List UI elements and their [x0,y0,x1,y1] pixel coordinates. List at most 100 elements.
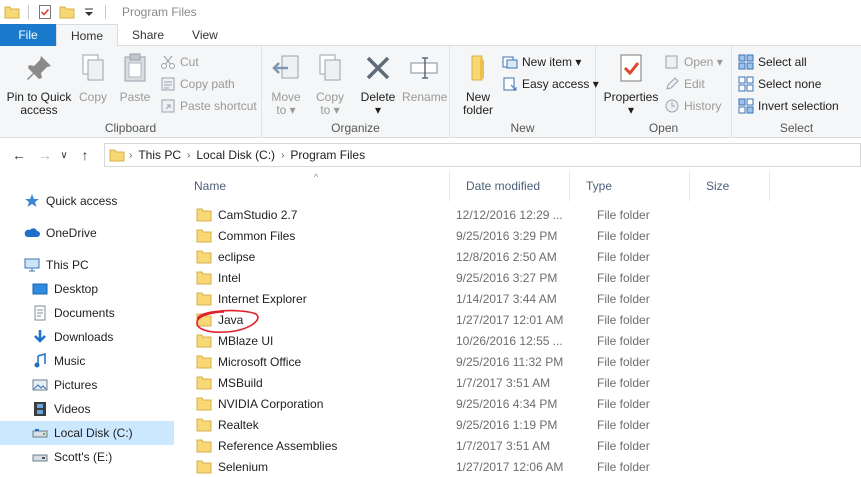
invert-selection-icon [738,98,754,114]
scissors-icon [161,55,175,69]
nav-item-documents[interactable]: Documents [32,301,115,325]
table-row[interactable]: Realtek 9/25/2016 1:19 PM File folder [178,414,861,435]
nav-item-pictures[interactable]: Pictures [32,373,97,397]
nav-item-scotts-drive[interactable]: Scott's (E:) [32,445,112,469]
history-button[interactable]: History [664,96,721,116]
nav-item-label: Documents [54,306,115,320]
select-all-label: Select all [758,55,807,69]
customize-dropdown-icon[interactable] [81,4,97,20]
column-header-type[interactable]: Type [570,171,690,201]
file-name-cell[interactable]: CamStudio 2.7 [196,208,297,222]
properties-button[interactable]: Properties ▾ [602,52,660,117]
breadcrumb-this-pc[interactable]: This PC [138,148,181,162]
file-name-cell[interactable]: eclipse [196,250,255,264]
column-header-date-modified[interactable]: Date modified [450,171,570,201]
edit-button[interactable]: Edit [664,74,705,94]
tab-share[interactable]: Share [118,24,178,46]
folder-icon [196,439,212,452]
date-modified-cell: 1/27/2017 12:06 AM [456,459,564,474]
rename-button[interactable]: Rename [402,52,447,104]
paste-button[interactable]: Paste [118,52,152,104]
table-row[interactable]: Internet Explorer 1/14/2017 3:44 AM File f… [178,288,861,309]
nav-item-local-disk[interactable]: Local Disk (C:) [0,421,174,445]
folder-icon[interactable] [4,4,20,20]
properties-check-icon[interactable] [37,4,53,20]
nav-item-downloads[interactable]: Downloads [32,325,113,349]
open-group-label: Open [648,121,679,135]
table-row[interactable]: Common Files 9/25/2016 3:29 PM File folder [178,225,861,246]
delete-button[interactable]: Delete ▾ [358,52,398,117]
copy-path-icon [161,77,175,91]
nav-item-videos[interactable]: Videos [32,397,90,421]
table-row[interactable]: MSBuild 1/7/2017 3:51 AM File folder [178,372,861,393]
column-header-name[interactable]: Name [178,171,450,201]
file-name-label: eclipse [218,249,256,264]
file-name-cell[interactable]: Microsoft Office [196,355,301,369]
edit-label: Edit [684,77,705,91]
paste-shortcut-button[interactable]: Paste shortcut [160,96,257,116]
table-row[interactable]: Intel 9/25/2016 3:27 PM File folder [178,267,861,288]
table-row[interactable]: NVIDIA Corporation 9/25/2016 4:34 PM File … [178,393,861,414]
tab-view[interactable]: View [178,24,232,46]
nav-item-desktop[interactable]: Desktop [32,277,98,301]
paste-shortcut-label: Paste shortcut [180,99,257,113]
drive-icon [32,429,48,438]
select-none-button[interactable]: Select none [738,74,821,94]
file-name-cell[interactable]: MSBuild [196,376,263,390]
tab-home[interactable]: Home [56,24,119,47]
breadcrumb-local-disk[interactable]: Local Disk (C:) [196,148,275,162]
file-name-cell[interactable]: Realtek [196,418,259,432]
breadcrumb-separator: › [187,149,191,161]
table-row[interactable]: Java 1/27/2017 12:01 AM File folder [178,309,861,330]
file-name-cell[interactable]: Common Files [196,229,295,243]
file-name-label: Realtek [218,417,259,432]
easy-access-button[interactable]: Easy access ▾ [502,74,599,94]
address-box[interactable]: › This PC › Local Disk (C:) › Program Fi… [104,143,861,167]
file-name-cell[interactable]: Internet Explorer [196,292,307,306]
nav-item-this-pc[interactable]: This PC [24,253,89,277]
breadcrumb-program-files[interactable]: Program Files [290,148,365,162]
delete-x-icon [366,56,390,80]
new-item-button[interactable]: New item ▾ [502,52,581,72]
table-row[interactable]: Microsoft Office 9/25/2016 11:32 PM File f… [178,351,861,372]
file-name-cell[interactable]: Reference Assemblies [196,439,337,453]
file-name-label: CamStudio 2.7 [218,207,298,222]
copy-path-button[interactable]: Copy path [160,74,235,94]
open-button[interactable]: Open ▾ [664,52,723,72]
file-name-cell[interactable]: MBlaze UI [196,334,273,348]
new-folder-button[interactable]: New folder [458,52,498,117]
file-name-label: Java [218,312,244,327]
open-group: Properties ▾ Open ▾ Edit History Open [596,46,732,138]
nav-item-onedrive[interactable]: OneDrive [24,221,97,245]
type-cell: File folder [597,354,650,369]
nav-item-music[interactable]: Music [32,349,85,373]
table-row[interactable]: CamStudio 2.7 12/12/2016 12:29 ... File fo… [178,204,861,225]
nav-item-label: Quick access [46,194,118,208]
tab-file[interactable]: File [0,24,56,46]
column-header-size[interactable]: Size [690,171,770,201]
file-name-cell[interactable]: Java [196,313,243,327]
file-name-cell[interactable]: NVIDIA Corporation [196,397,323,411]
folder-icon [196,313,212,326]
desktop-icon [32,283,48,295]
folder-icon [196,334,212,347]
table-row[interactable]: Reference Assemblies 1/7/2017 3:51 AM File… [178,435,861,456]
select-all-button[interactable]: Select all [738,52,807,72]
invert-selection-button[interactable]: Invert selection [738,96,839,116]
pin-to-quick-access-button[interactable]: Pin to Quick access [4,52,74,117]
copy-to-button[interactable]: Copy to ▾ [312,52,348,117]
up-button[interactable]: ↑ [74,147,96,163]
file-name-cell[interactable]: Selenium [196,460,268,474]
file-name-cell[interactable]: Intel [196,271,241,285]
table-row[interactable]: Selenium 1/27/2017 12:06 AM File folder [178,456,861,477]
cut-button[interactable]: Cut [160,52,199,72]
forward-button[interactable]: → [34,147,56,163]
table-row[interactable]: eclipse 12/8/2016 2:50 AM File folder [178,246,861,267]
move-to-button[interactable]: Move to ▾ [268,52,304,117]
table-row[interactable]: MBlaze UI 10/26/2016 12:55 ... File folder [178,330,861,351]
nav-item-quick-access[interactable]: Quick access [24,189,117,213]
copy-button[interactable]: Copy [76,52,110,104]
new-folder-icon[interactable] [59,4,75,20]
recent-locations-button[interactable]: ∨ [56,150,72,161]
back-button[interactable]: ← [8,147,30,163]
